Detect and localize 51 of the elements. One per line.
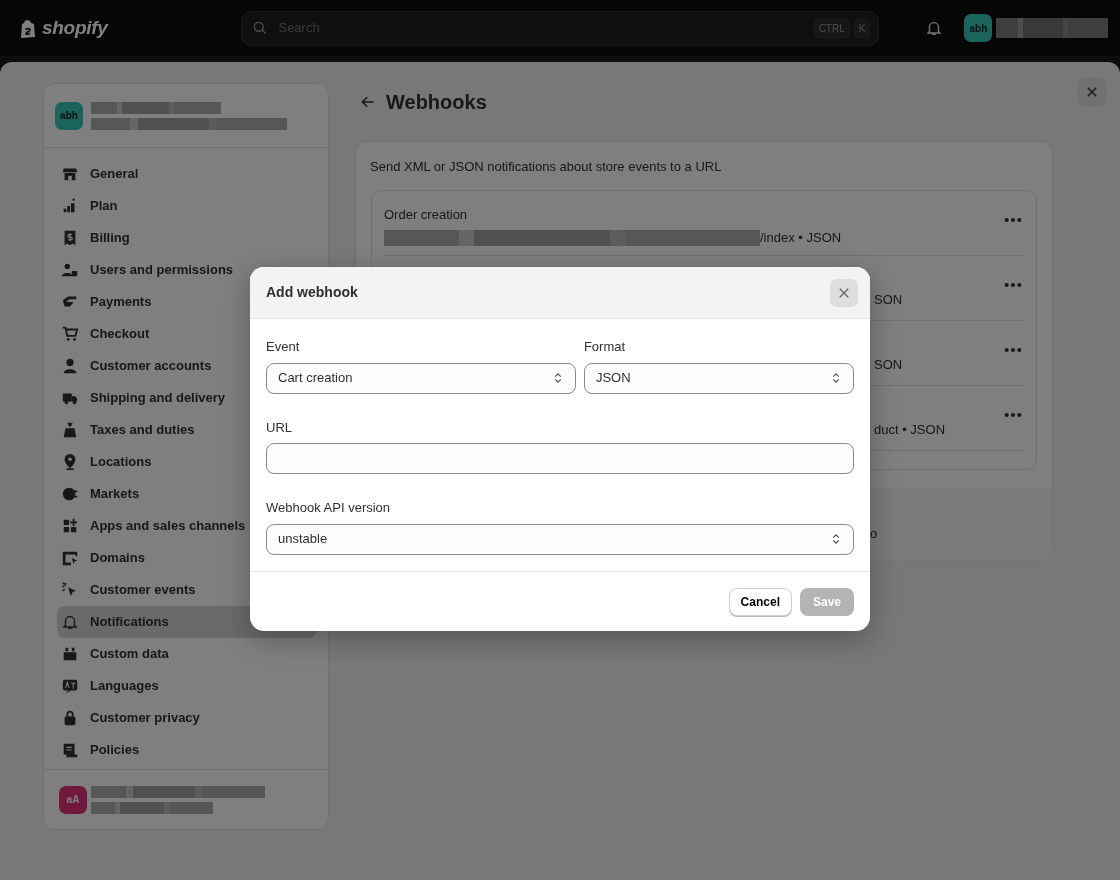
- sidebar-item[interactable]: Locations: [57, 446, 317, 478]
- back-arrow-icon[interactable]: [360, 94, 376, 110]
- notification-bell-icon[interactable]: [925, 19, 944, 37]
- field-label: Webhook API version: [266, 499, 392, 517]
- field-label: Event: [266, 338, 301, 356]
- more-actions-icon[interactable]: [1004, 281, 1022, 288]
- sidebar-item[interactable]: General: [57, 158, 317, 190]
- account-avatar[interactable]: abh: [964, 14, 993, 42]
- close-button[interactable]: [1077, 77, 1107, 107]
- footer-text: o: [870, 525, 878, 541]
- search-icon: [252, 20, 269, 36]
- webhook-detail: duct • JSON: [874, 421, 946, 437]
- user-avatar: aA: [59, 785, 87, 814]
- person-icon: [61, 357, 79, 375]
- sidebar-item[interactable]: Languages: [57, 670, 317, 702]
- close-button[interactable]: [830, 278, 858, 307]
- sidebar-item[interactable]: Billing: [57, 222, 317, 254]
- select-field[interactable]: Cart creation: [266, 362, 576, 394]
- sidebar-item[interactable]: Customer privacy: [57, 702, 317, 734]
- webhook-title: Order creation: [384, 206, 468, 222]
- url-input-field[interactable]: [266, 443, 854, 474]
- sidebar-item[interactable]: Customer events: [57, 574, 317, 606]
- bell-icon: [61, 613, 79, 631]
- store-avatar: abh: [55, 101, 83, 130]
- more-actions-icon[interactable]: [1004, 346, 1022, 353]
- dialog-title: Add webhook: [266, 283, 358, 302]
- description-text: Send XML or JSON notifications about store events to a URL: [369, 158, 723, 176]
- webhook-detail: SON: [874, 356, 903, 372]
- page-title: Webhooks: [386, 90, 487, 115]
- sidebar-item[interactable]: Custom data: [57, 638, 317, 670]
- more-actions-icon[interactable]: [1004, 216, 1022, 223]
- box-icon: [61, 645, 79, 663]
- logo-text: shopify: [42, 15, 108, 40]
- sidebar-item[interactable]: Plan: [57, 190, 317, 222]
- field-label: Format: [583, 338, 627, 356]
- select-field[interactable]: unstable: [266, 523, 854, 555]
- scroll-icon: [61, 741, 79, 759]
- select-field[interactable]: JSON: [583, 362, 854, 394]
- close-icon: [1085, 85, 1099, 99]
- translate-icon: [61, 677, 79, 695]
- webhook-detail: /index • JSON: [760, 229, 842, 247]
- apps-grid-icon: [61, 517, 79, 535]
- cancel-button[interactable]: Cancel: [728, 587, 792, 616]
- browser-window-icon: [61, 549, 79, 567]
- users-icon: [61, 261, 79, 279]
- cart-icon: [61, 325, 79, 343]
- sidebar-item[interactable]: Users and permissions: [57, 254, 317, 286]
- webhook-detail: SON: [874, 291, 903, 307]
- field-label: URL: [266, 418, 293, 437]
- sidebar-item[interactable]: Policies: [57, 734, 317, 766]
- more-actions-icon[interactable]: [1004, 411, 1022, 418]
